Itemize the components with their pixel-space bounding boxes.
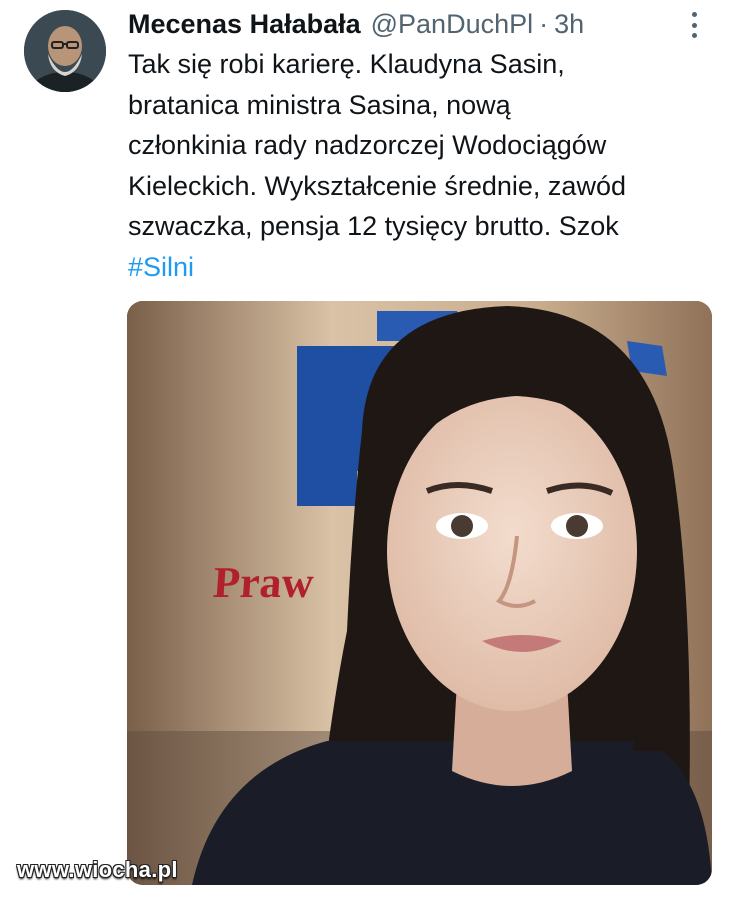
more-vertical-icon[interactable] bbox=[684, 10, 704, 40]
backdrop-text: Praw bbox=[212, 558, 316, 607]
tweet-text-line: członkinia rady nadzorczej Wodociągów bbox=[128, 130, 607, 160]
tweet-text-line: Tak się robi karierę. Klaudyna Sasin, bbox=[128, 49, 565, 79]
display-name[interactable]: Mecenas Hałabała bbox=[128, 9, 361, 40]
avatar[interactable] bbox=[24, 10, 106, 92]
watermark: www.wiocha.pl bbox=[17, 857, 178, 882]
timestamp[interactable]: 3h bbox=[554, 9, 584, 40]
user-handle[interactable]: @PanDuchPl bbox=[371, 9, 534, 40]
separator-dot: · bbox=[539, 8, 549, 39]
avatar-image bbox=[24, 10, 106, 92]
hashtag-link[interactable]: #Silni bbox=[128, 252, 194, 282]
tweet-text-line: szwaczka, pensja 12 tysięcy brutto. Szok bbox=[128, 211, 619, 241]
tweet-header: Mecenas Hałabała @PanDuchPl · 3h bbox=[128, 6, 696, 42]
tweet-body: Tak się robi karierę. Klaudyna Sasin, br… bbox=[128, 44, 718, 287]
portrait-photo: Praw bbox=[127, 301, 712, 885]
tweet-media-image[interactable]: Praw bbox=[127, 301, 712, 885]
tweet-text-line: bratanica ministra Sasina, nową bbox=[128, 89, 511, 120]
tweet-text-line: Kieleckich. Wykształcenie średnie, zawód bbox=[128, 170, 626, 201]
